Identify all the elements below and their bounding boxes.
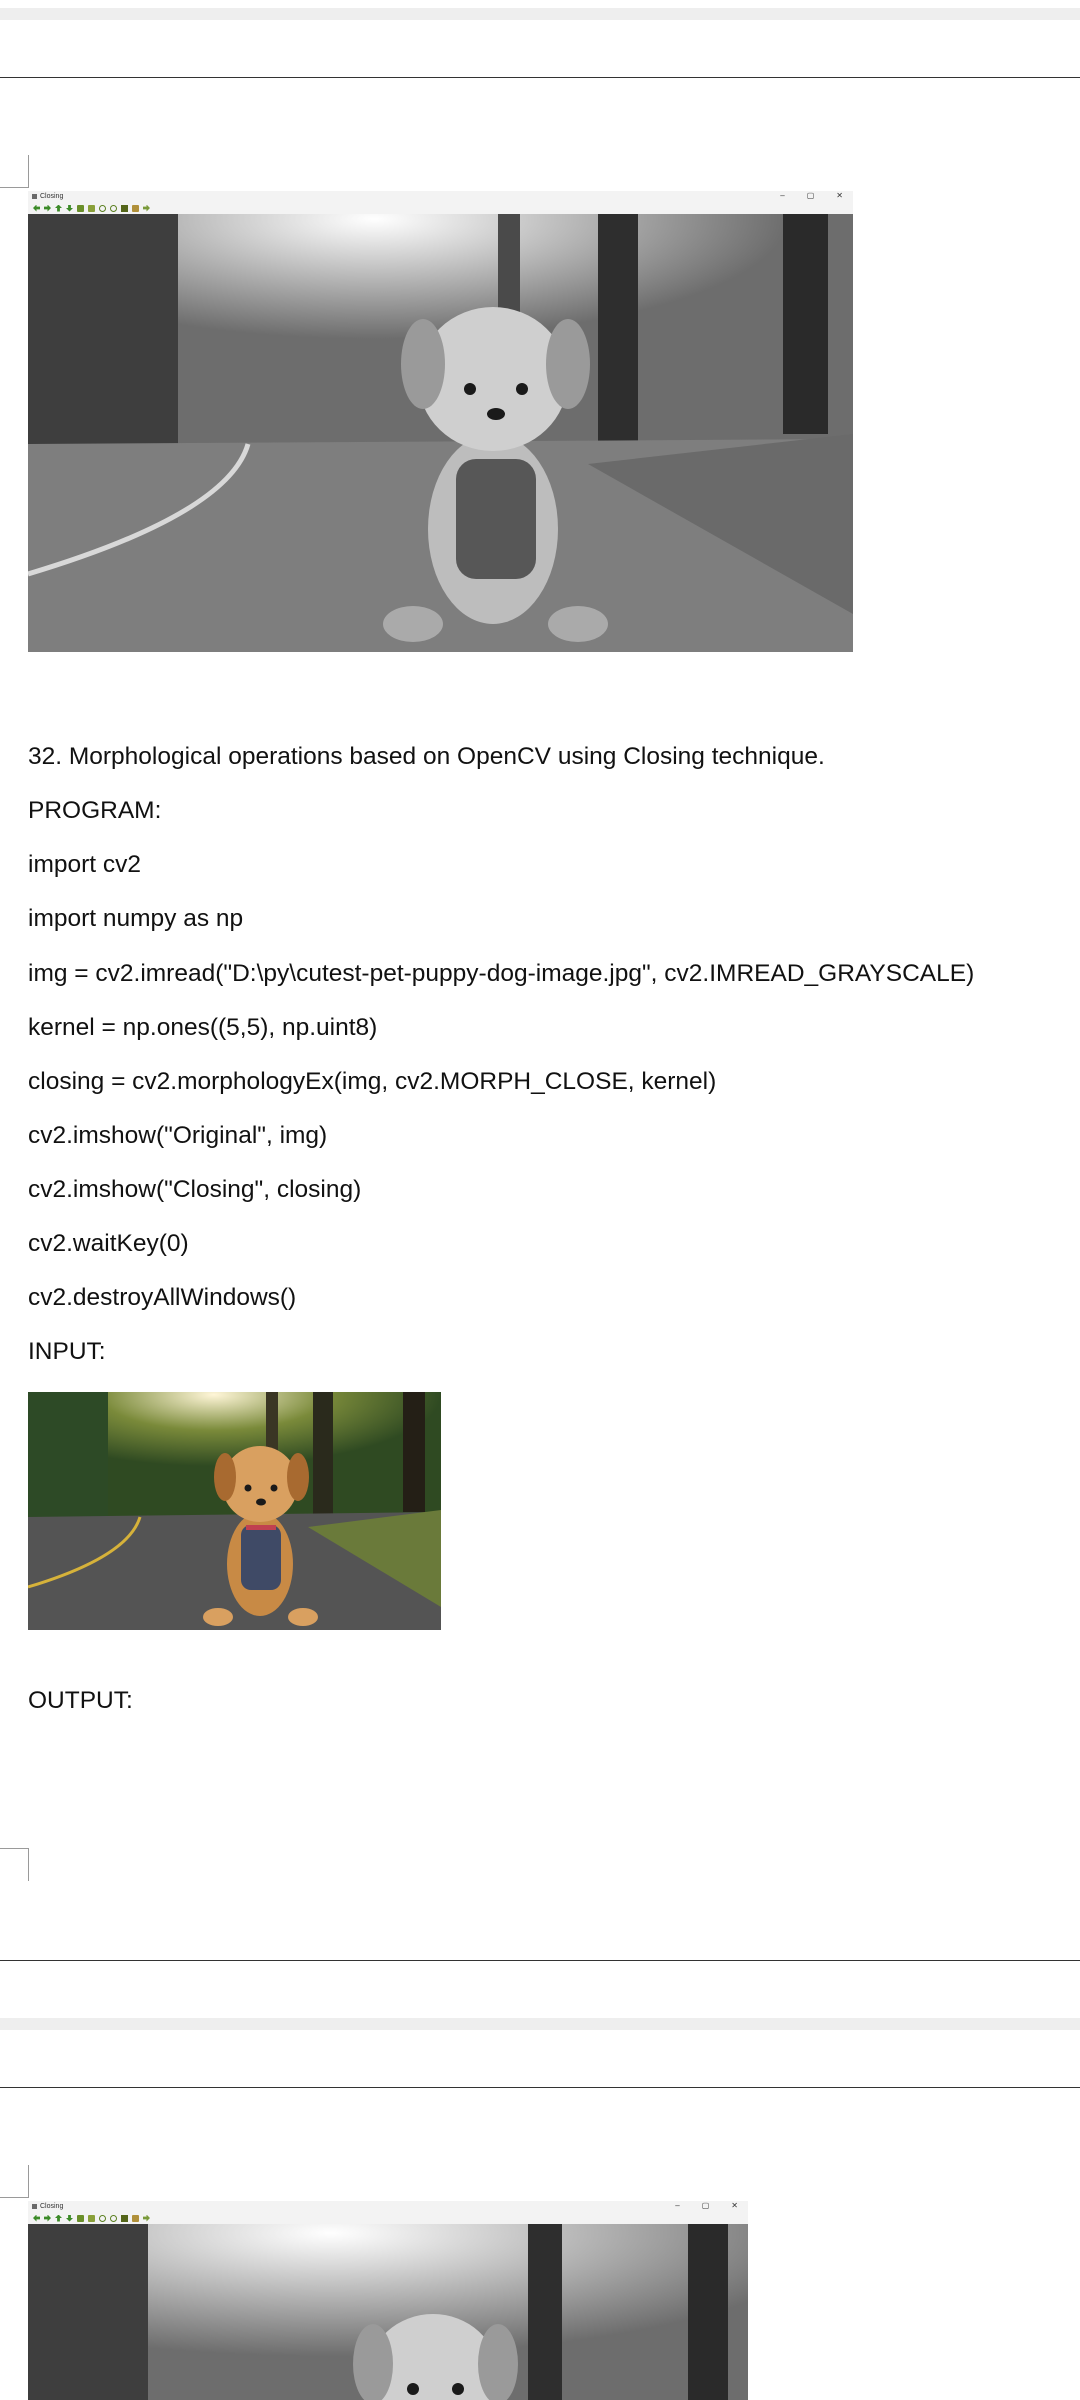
closing-output-photo <box>28 214 853 652</box>
arrow-left-icon[interactable] <box>33 2214 40 2222</box>
properties-icon[interactable] <box>88 2214 95 2222</box>
code-line: cv2.waitKey(0) <box>28 1230 189 1257</box>
input-puppy-photo <box>28 1392 441 1630</box>
margin-corner-mark <box>0 1848 29 1881</box>
output-image-window[interactable]: Closing – ▢ ✕ <box>28 191 853 652</box>
window-titlebar: Closing – ▢ ✕ <box>28 2201 748 2212</box>
section-heading: 32. Morphological operations based on Op… <box>28 743 825 770</box>
input-label: INPUT: <box>28 1338 106 1365</box>
code-line: import cv2 <box>28 851 142 878</box>
arrow-left-icon[interactable] <box>33 204 40 212</box>
settings-icon[interactable] <box>143 2214 150 2222</box>
arrow-down-icon[interactable] <box>66 204 73 212</box>
header-rule <box>0 77 1080 78</box>
close-button[interactable]: ✕ <box>836 191 843 200</box>
window-title: Closing <box>40 193 64 200</box>
header-rule <box>0 2087 1080 2088</box>
footer-rule <box>0 1960 1080 1961</box>
margin-corner-mark <box>0 155 29 188</box>
closing-output-photo <box>28 2224 748 2400</box>
save-icon[interactable] <box>121 204 128 212</box>
zoom-in-icon[interactable] <box>99 204 106 212</box>
window-titlebar: Closing – ▢ ✕ <box>28 191 853 202</box>
save-icon[interactable] <box>121 2214 128 2222</box>
image-icon[interactable] <box>77 2214 84 2222</box>
margin-corner-mark <box>0 2165 29 2198</box>
settings-icon[interactable] <box>143 204 150 212</box>
image-icon[interactable] <box>77 204 84 212</box>
output-image-window[interactable]: Closing – ▢ ✕ <box>28 2201 748 2400</box>
maximize-button[interactable]: ▢ <box>807 191 815 200</box>
close-button[interactable]: ✕ <box>731 2201 738 2210</box>
minimize-button[interactable]: – <box>675 2201 679 2210</box>
code-line: img = cv2.imread("D:\py\cutest-pet-puppy… <box>28 960 975 987</box>
code-line: cv2.imshow("Original", img) <box>28 1122 328 1149</box>
copy-icon[interactable] <box>132 2214 139 2222</box>
window-toolbar <box>28 202 853 214</box>
code-line: cv2.destroyAllWindows() <box>28 1284 297 1311</box>
window-title: Closing <box>40 2203 64 2210</box>
page-gap-middle <box>0 2018 1080 2030</box>
maximize-button[interactable]: ▢ <box>702 2201 710 2210</box>
arrow-down-icon[interactable] <box>66 2214 73 2222</box>
properties-icon[interactable] <box>88 204 95 212</box>
zoom-out-icon[interactable] <box>110 204 117 212</box>
zoom-out-icon[interactable] <box>110 2214 117 2222</box>
arrow-right-icon[interactable] <box>44 2214 51 2222</box>
window-app-icon <box>32 2204 37 2209</box>
code-line: closing = cv2.morphologyEx(img, cv2.MORP… <box>28 1068 717 1095</box>
minimize-button[interactable]: – <box>780 191 784 200</box>
page-gap-top <box>0 8 1080 20</box>
window-app-icon <box>32 194 37 199</box>
arrow-right-icon[interactable] <box>44 204 51 212</box>
code-line: kernel = np.ones((5,5), np.uint8) <box>28 1014 378 1041</box>
code-line: cv2.imshow("Closing", closing) <box>28 1176 362 1203</box>
copy-icon[interactable] <box>132 204 139 212</box>
arrow-up-icon[interactable] <box>55 204 62 212</box>
program-label: PROGRAM: <box>28 797 162 824</box>
output-label: OUTPUT: <box>28 1687 133 1714</box>
window-toolbar <box>28 2212 748 2224</box>
zoom-in-icon[interactable] <box>99 2214 106 2222</box>
code-line: import numpy as np <box>28 905 244 932</box>
arrow-up-icon[interactable] <box>55 2214 62 2222</box>
